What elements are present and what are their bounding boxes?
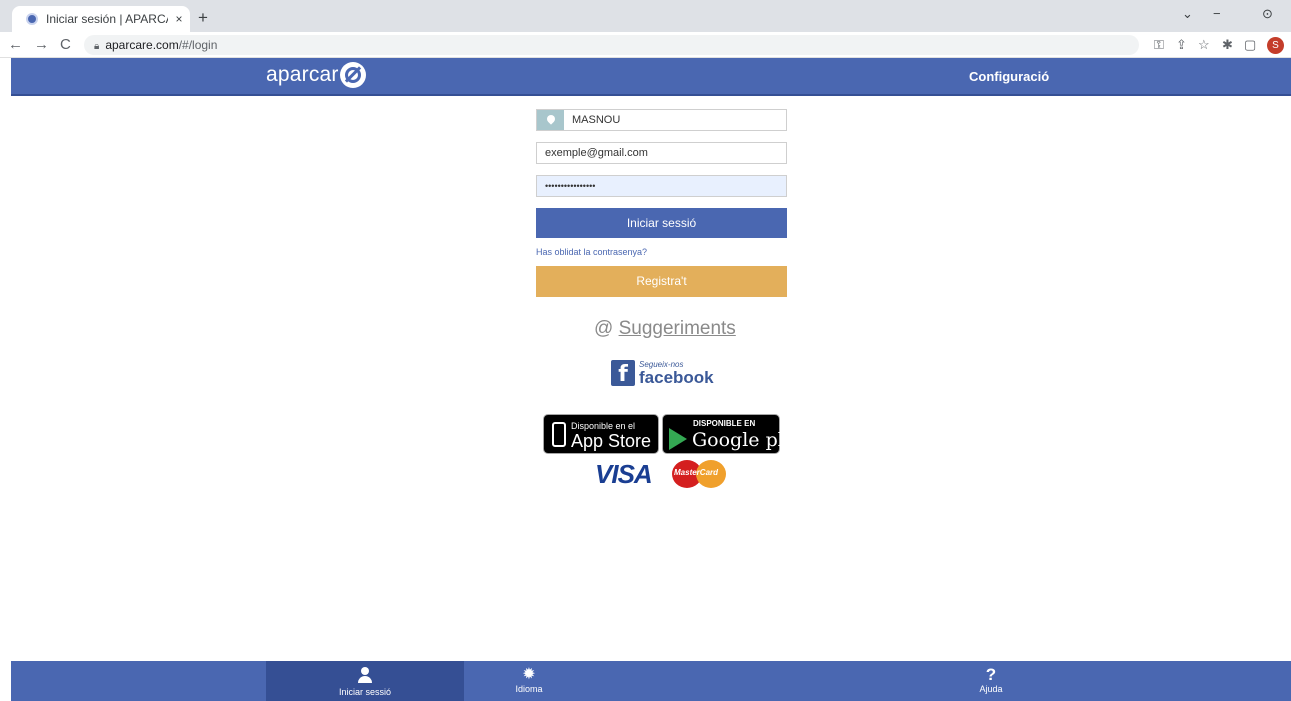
app-store-badge[interactable]: Disponible en el App Store — [543, 414, 659, 454]
tab-close-icon[interactable]: × — [168, 12, 190, 26]
visa-logo: VISA — [595, 459, 653, 489]
login-button[interactable]: Iniciar sessió — [536, 208, 787, 238]
url-input[interactable]: 🔒︎ aparcare.com/#/login — [84, 35, 1139, 55]
facebook-icon: f — [611, 360, 635, 387]
app-store-line1: Disponible en el — [571, 421, 636, 431]
reload-icon[interactable]: C — [60, 36, 71, 53]
back-icon[interactable]: ← — [8, 36, 23, 53]
mastercard-logo: MasterCard — [672, 460, 728, 488]
url-path: /#/login — [178, 38, 218, 52]
nav-login[interactable]: Iniciar sessió — [266, 661, 464, 701]
app-store-line2: App Store — [571, 431, 652, 451]
url-host: aparcare.com — [105, 38, 179, 52]
restore-icon[interactable]: ⊙ — [1262, 6, 1273, 22]
aparcare-logo[interactable]: aparcar — [266, 62, 366, 88]
forgot-password-link[interactable]: Has oblidat la contrasenya? — [536, 247, 647, 257]
side-panel-icon[interactable]: ▢ — [1244, 37, 1256, 53]
nav-language[interactable]: ✹ Idioma — [464, 661, 594, 701]
new-tab-icon[interactable]: + — [198, 8, 208, 28]
location-pin-icon — [537, 110, 564, 130]
profile-avatar[interactable]: S — [1267, 37, 1284, 54]
nav-help-label: Ajuda — [979, 684, 1003, 694]
nav-help[interactable]: ? Ajuda — [941, 661, 1041, 701]
logo-mark-icon — [339, 62, 366, 88]
app-header: aparcar Configuració — [11, 58, 1291, 96]
facebook-follow-button[interactable]: f Segueix-nos facebook — [611, 360, 714, 387]
key-icon[interactable]: ⚿ — [1154, 37, 1164, 53]
nav-login-label: Iniciar sessió — [338, 687, 392, 697]
logo-text: aparcar — [266, 63, 339, 86]
browser-tab-bar: Iniciar sesión | APARCARE × + ⌄ − ⊙ — [0, 0, 1291, 32]
register-button[interactable]: Registra't — [536, 266, 787, 297]
nav-language-label: Idioma — [515, 684, 543, 694]
gear-icon: ✹ — [522, 666, 536, 683]
bottom-navigation: Iniciar sessió ✹ Idioma ? Ajuda — [11, 661, 1291, 701]
email-field[interactable]: exemple@gmail.com — [536, 142, 787, 164]
configuration-link[interactable]: Configuració — [969, 69, 1049, 84]
city-value: MASNOU — [572, 114, 621, 126]
at-icon: @ — [594, 318, 614, 339]
user-icon — [357, 667, 373, 685]
help-icon: ? — [985, 665, 997, 684]
suggestions-link[interactable]: @ Suggeriments — [594, 318, 736, 340]
forward-icon[interactable]: → — [34, 36, 49, 53]
google-play-line1: DISPONIBLE EN — [693, 419, 756, 428]
share-icon[interactable]: ⇪ — [1176, 37, 1187, 53]
google-play-line2: Google play — [692, 429, 806, 451]
minimize-icon[interactable]: − — [1213, 6, 1221, 21]
extensions-icon[interactable]: ✱ — [1222, 37, 1233, 53]
bookmark-star-icon[interactable]: ☆ — [1198, 37, 1210, 53]
browser-tab[interactable]: Iniciar sesión | APARCARE × — [12, 6, 190, 32]
google-play-badge[interactable]: DISPONIBLE EN Google play — [662, 414, 806, 454]
suggestions-label: Suggeriments — [618, 318, 736, 339]
site-favicon-icon — [26, 13, 38, 25]
email-placeholder: exemple@gmail.com — [545, 147, 648, 159]
tab-search-icon[interactable]: ⌄ — [1182, 6, 1193, 22]
phone-icon — [552, 422, 566, 447]
password-value: •••••••••••••••• — [545, 181, 596, 191]
facebook-brand-text: facebook — [639, 367, 714, 387]
city-select[interactable]: MASNOU — [536, 109, 787, 131]
lock-icon: 🔒︎ — [94, 41, 100, 52]
mastercard-text: MasterCard — [674, 468, 719, 477]
play-icon — [669, 428, 687, 450]
browser-address-bar: ← → C 🔒︎ aparcare.com/#/login ⚿ ⇪ ☆ ✱ ▢ — [0, 32, 1291, 58]
tab-title: Iniciar sesión | APARCARE — [46, 12, 168, 26]
password-field[interactable]: •••••••••••••••• — [536, 175, 787, 197]
